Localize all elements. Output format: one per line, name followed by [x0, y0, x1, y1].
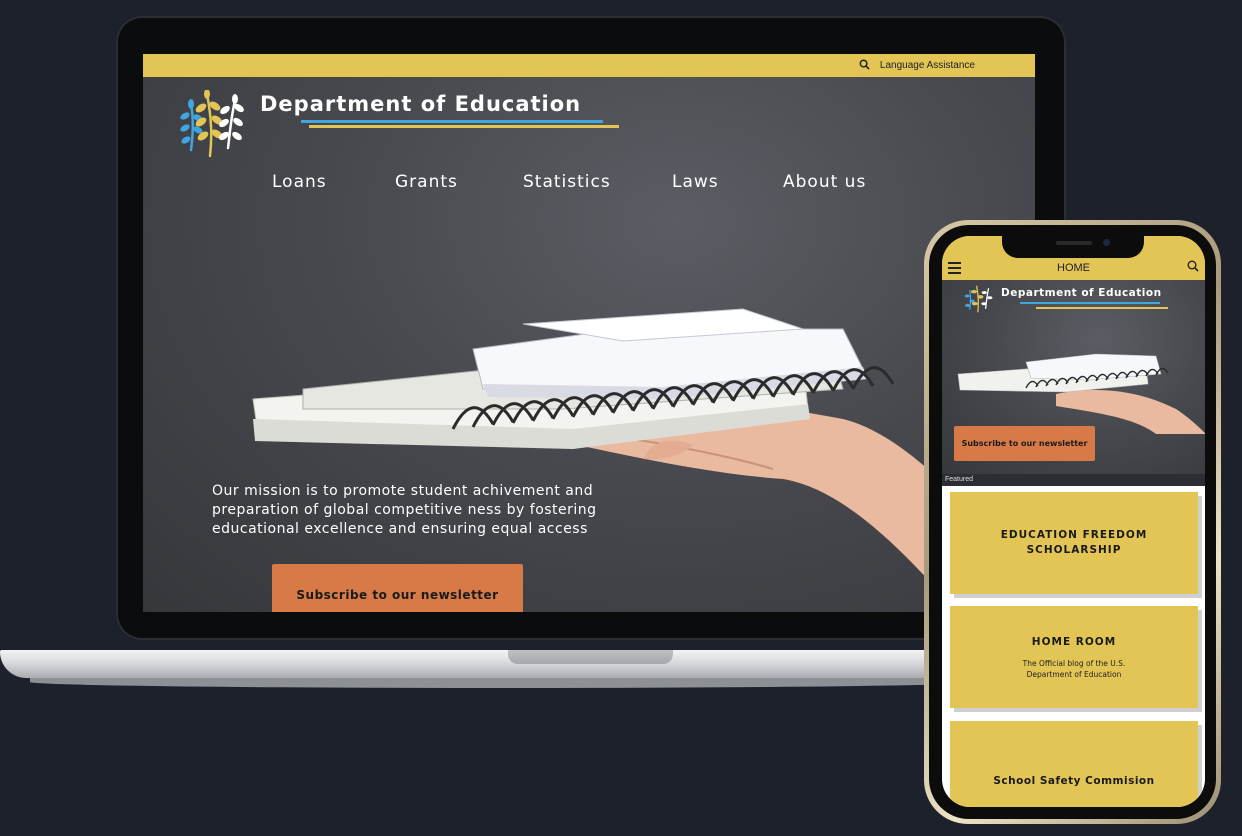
- subscribe-newsletter-button[interactable]: Subscribe to our newsletter: [954, 426, 1095, 461]
- laptop-notch: [508, 650, 673, 664]
- site-title[interactable]: Department of Education: [260, 92, 581, 116]
- desktop-website: Language Assistance Department of Educat…: [143, 54, 1035, 612]
- card-title: HOME ROOM: [1031, 635, 1117, 648]
- card-title: School Safety Commision: [993, 774, 1155, 787]
- featured-bar: [942, 474, 1205, 486]
- card-subtitle: The Official blog of the U.S. Department…: [1022, 658, 1126, 679]
- nav-grants[interactable]: Grants: [395, 172, 458, 192]
- mobile-site-title[interactable]: Department of Education: [1001, 287, 1162, 299]
- card-school-safety-commission[interactable]: School Safety Commision: [950, 721, 1198, 807]
- mobile-hero: Department of Education Subscribe to our…: [942, 280, 1205, 474]
- search-icon[interactable]: [1187, 260, 1199, 276]
- subscribe-newsletter-button[interactable]: Subscribe to our newsletter: [272, 564, 523, 612]
- leaf-sprigs-icon[interactable]: [964, 284, 996, 318]
- card-title: EDUCATION FREEDOM SCHOLARSHIP: [1000, 529, 1148, 556]
- phone-camera: [1103, 239, 1110, 246]
- title-underline-yellow: [1036, 307, 1168, 309]
- title-underline-blue: [1020, 302, 1160, 304]
- search-icon[interactable]: [859, 59, 870, 73]
- nav-loans[interactable]: Loans: [272, 172, 327, 192]
- card-home-room[interactable]: HOME ROOM The Official blog of the U.S. …: [950, 606, 1198, 708]
- language-assistance-link[interactable]: Language Assistance: [880, 60, 975, 71]
- title-underline-blue: [301, 120, 603, 123]
- desktop-top-bar: Language Assistance: [143, 54, 1035, 77]
- card-education-freedom-scholarship[interactable]: EDUCATION FREEDOM SCHOLARSHIP: [950, 492, 1198, 594]
- mobile-page-title: HOME: [1057, 262, 1090, 274]
- laptop-base: [0, 650, 1010, 678]
- phone-speaker: [1056, 241, 1092, 245]
- hero-notebook-image: [243, 269, 1035, 612]
- leaf-sprigs-icon[interactable]: [179, 89, 251, 164]
- mission-statement: Our mission is to promote student achive…: [212, 483, 597, 537]
- featured-label: Featured: [945, 476, 974, 483]
- hero-notebook-image: [956, 344, 1205, 438]
- nav-laws[interactable]: Laws: [672, 172, 719, 192]
- title-underline-yellow: [309, 125, 619, 128]
- nav-about-us[interactable]: About us: [783, 172, 866, 192]
- mobile-website: HOME Department of Education Subscribe t…: [942, 236, 1205, 807]
- nav-statistics[interactable]: Statistics: [523, 172, 611, 192]
- phone-notch: [1002, 236, 1144, 258]
